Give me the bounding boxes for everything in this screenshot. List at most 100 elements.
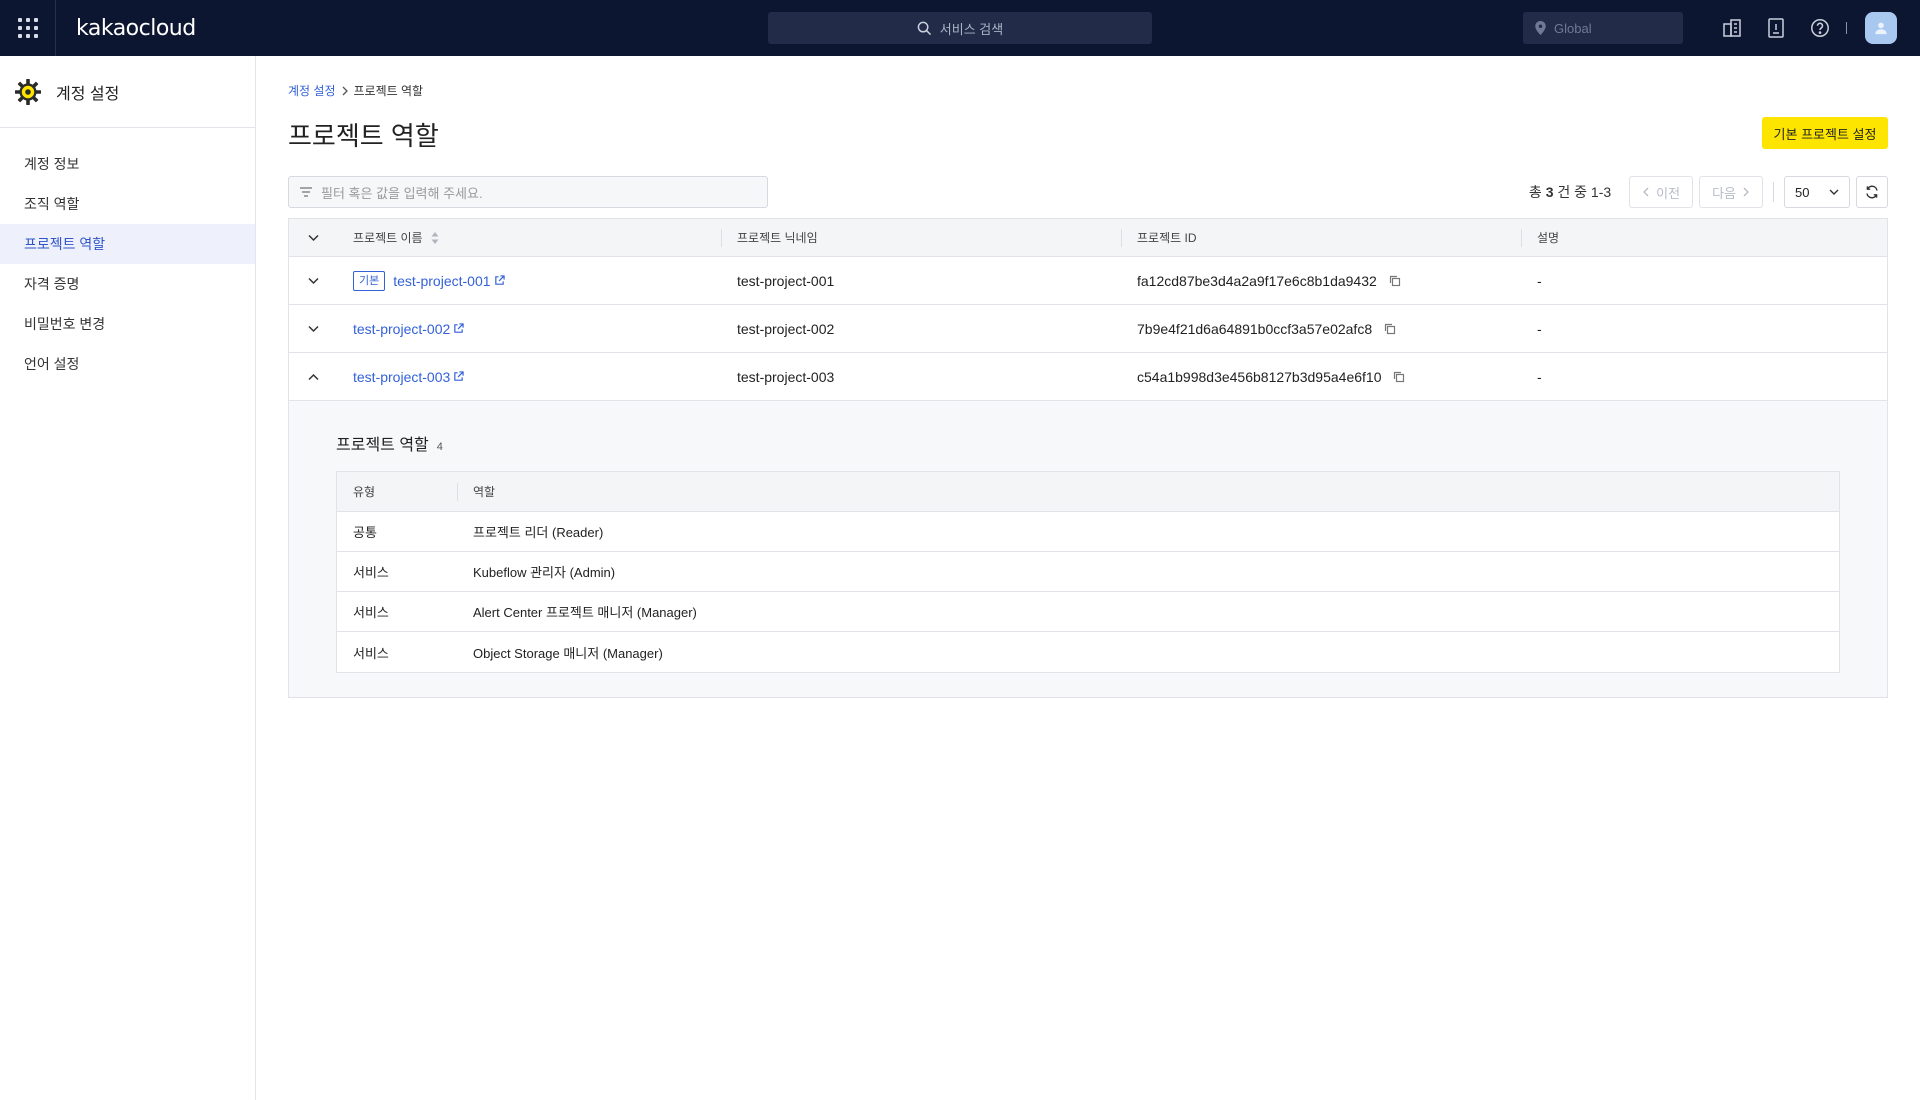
sort-icon[interactable] — [431, 231, 439, 244]
table-row: 기본 test-project-001 test-project-001 fa1… — [289, 257, 1887, 305]
copy-icon — [1389, 275, 1400, 286]
chevron-right-icon — [342, 86, 348, 95]
column-header-description: 설명 — [1521, 219, 1887, 257]
role-row: 공통 프로젝트 리더 (Reader) — [337, 512, 1839, 552]
project-nickname-cell: test-project-002 — [737, 320, 835, 337]
sidebar-menu: 계정 정보 조직 역할 프로젝트 역할 자격 증명 비밀번호 변경 언어 설정 — [0, 128, 255, 384]
sidebar-item-organization-roles[interactable]: 조직 역할 — [0, 184, 255, 224]
column-header-project-name[interactable]: 프로젝트 이름 — [337, 219, 721, 257]
previous-page-button[interactable]: 이전 — [1629, 176, 1694, 208]
role-name-cell: Kubeflow 관리자 (Admin) — [473, 565, 616, 580]
project-table: 프로젝트 이름 프로젝트 닉네임 프로젝트 ID 설명 기본 test-proj… — [288, 218, 1888, 698]
external-link-icon — [454, 371, 464, 381]
chevron-left-icon — [1643, 187, 1649, 197]
sidebar-item-project-roles[interactable]: 프로젝트 역할 — [0, 224, 255, 264]
refresh-button[interactable] — [1856, 176, 1888, 208]
user-icon — [1875, 22, 1887, 35]
page-size-select[interactable]: 50 — [1784, 176, 1850, 208]
column-header-type: 유형 — [353, 485, 376, 499]
sidebar-item-credentials[interactable]: 자격 증명 — [0, 264, 255, 304]
search-icon — [917, 21, 931, 35]
result-range: 1-3 — [1590, 184, 1612, 200]
roles-table-header: 유형 역할 — [337, 472, 1839, 512]
project-id-cell: 7b9e4f21d6a64891b0ccf3a57e02afc8 — [1121, 305, 1521, 353]
project-name-link[interactable]: test-project-002 — [353, 321, 464, 337]
external-link-icon — [494, 275, 505, 285]
service-search-input[interactable]: 서비스 검색 — [768, 12, 1152, 44]
row-expand-toggle[interactable] — [307, 277, 319, 285]
table-header: 프로젝트 이름 프로젝트 닉네임 프로젝트 ID 설명 — [289, 219, 1887, 257]
breadcrumb: 계정 설정 프로젝트 역할 — [288, 82, 423, 99]
location-pin-icon — [1535, 21, 1546, 35]
chevron-down-icon — [307, 277, 319, 284]
column-header-project-id: 프로젝트 ID — [1121, 219, 1521, 257]
row-expand-toggle[interactable] — [307, 325, 319, 333]
role-type-cell: 공통 — [353, 525, 377, 540]
filter-input[interactable]: 필터 혹은 값을 입력해 주세요. — [288, 176, 768, 208]
project-name-link[interactable]: test-project-003 — [353, 369, 464, 385]
region-label: Global — [1554, 20, 1592, 36]
role-name-cell: Alert Center 프로젝트 매니저 (Manager) — [473, 605, 697, 620]
role-count: 4 — [436, 441, 443, 453]
organization-button[interactable] — [1710, 0, 1754, 56]
copy-id-button[interactable] — [1393, 371, 1405, 383]
copy-icon — [1385, 323, 1396, 334]
id-card-icon — [1768, 18, 1784, 38]
project-roles-table: 유형 역할 공통 프로젝트 리더 (Reader) 서비스 Kubeflow 관… — [336, 471, 1840, 673]
project-nickname-cell: test-project-001 — [737, 272, 835, 289]
search-placeholder: 서비스 검색 — [939, 21, 1004, 37]
sidebar-item-account-info[interactable]: 계정 정보 — [0, 144, 255, 184]
copy-id-button[interactable] — [1389, 275, 1401, 287]
breadcrumb-link-account-settings[interactable]: 계정 설정 — [288, 82, 336, 99]
project-id-cell: c54a1b998d3e456b8127b3d95a4e6f10 — [1121, 353, 1521, 401]
row-collapse-toggle[interactable] — [307, 373, 319, 381]
filter-icon — [300, 187, 312, 197]
project-roles-section-title: 프로젝트 역할 4 — [336, 437, 443, 454]
sidebar-header: 계정 설정 — [0, 56, 255, 128]
role-name-cell: Object Storage 매니저 (Manager) — [473, 645, 663, 661]
role-row: 서비스 Object Storage 매니저 (Manager) — [337, 632, 1839, 672]
user-avatar[interactable] — [1865, 12, 1897, 44]
role-row: 서비스 Kubeflow 관리자 (Admin) — [337, 552, 1839, 592]
apps-grid-icon — [17, 18, 38, 38]
gear-icon — [15, 78, 41, 105]
description-cell: - — [1537, 320, 1542, 337]
chevron-down-icon — [1829, 189, 1839, 195]
column-header-role: 역할 — [457, 472, 1839, 511]
sidebar-item-change-password[interactable]: 비밀번호 변경 — [0, 304, 255, 344]
filter-placeholder: 필터 혹은 값을 입력해 주세요. — [321, 185, 483, 201]
column-header-project-nickname: 프로젝트 닉네임 — [721, 219, 1121, 257]
result-count-value: 3 — [1545, 184, 1554, 200]
role-type-cell: 서비스 — [353, 565, 389, 580]
project-nickname-cell: test-project-003 — [737, 368, 835, 385]
region-selector[interactable]: Global — [1523, 12, 1683, 44]
next-page-button[interactable]: 다음 — [1699, 176, 1763, 208]
external-link-icon — [454, 323, 464, 333]
copy-id-button[interactable] — [1384, 323, 1396, 335]
set-default-project-button[interactable]: 기본 프로젝트 설정 — [1762, 117, 1888, 149]
chevron-down-icon — [307, 234, 319, 241]
project-id-cell: fa12cd87be3d4a2a9f17e6c8b1da9432 — [1121, 257, 1521, 305]
chevron-up-icon — [307, 373, 319, 380]
topbar-divider — [1846, 22, 1847, 34]
kakaocloud-logo[interactable]: kakaocloud — [76, 16, 196, 41]
sidebar-item-language-settings[interactable]: 언어 설정 — [0, 344, 255, 384]
expand-all-toggle[interactable] — [289, 219, 337, 257]
apps-menu-button[interactable] — [0, 0, 56, 56]
role-type-cell: 서비스 — [353, 605, 389, 620]
table-row: test-project-003 test-project-003 c54a1b… — [289, 353, 1887, 401]
description-cell: - — [1537, 368, 1542, 385]
page-title: 프로젝트 역할 — [288, 121, 439, 151]
account-info-button[interactable] — [1754, 0, 1798, 56]
help-button[interactable] — [1798, 0, 1842, 56]
description-cell: - — [1537, 272, 1542, 289]
breadcrumb-current: 프로젝트 역할 — [353, 84, 424, 98]
building-icon — [1723, 19, 1741, 37]
result-count: 총 3 건 중 1-3 — [1528, 184, 1612, 200]
refresh-icon — [1866, 185, 1878, 199]
chevron-right-icon — [1743, 187, 1749, 197]
role-type-cell: 서비스 — [353, 645, 389, 661]
help-icon — [1811, 19, 1829, 37]
copy-icon — [1394, 371, 1405, 382]
project-name-link[interactable]: test-project-001 — [393, 273, 505, 289]
